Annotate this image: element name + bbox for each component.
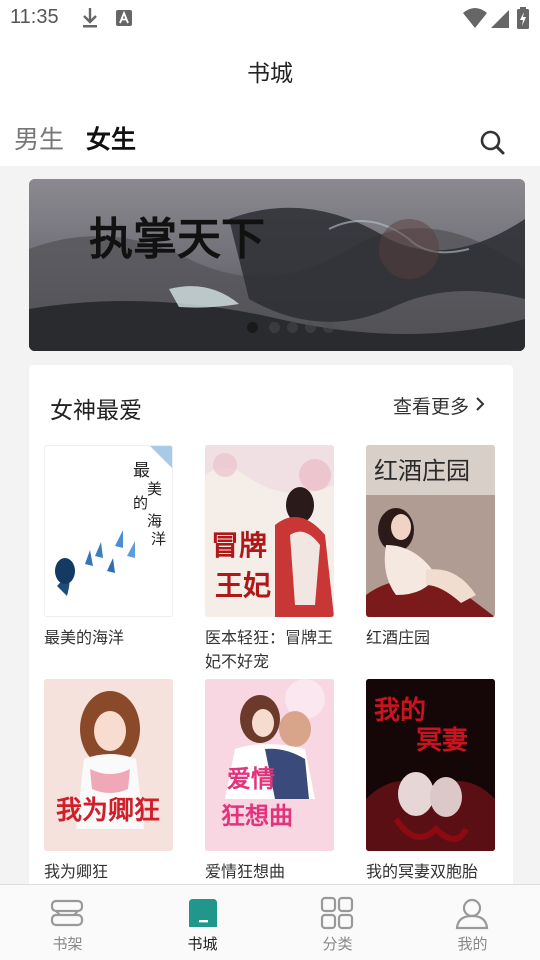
book-cover[interactable]: 我的 冥妻 [366,679,495,851]
book-cover-text: 最 [133,461,150,481]
book-title[interactable]: 爱情狂想曲 [205,860,345,884]
status-bar: 11:35 [0,0,540,36]
tab-female[interactable]: 女生 [86,120,136,156]
see-more-link[interactable]: 查看更多 [393,392,485,419]
book-item[interactable]: 最 美 的 海 洋 最美的海洋 [44,445,173,650]
nav-label: 书架 [52,935,83,953]
app-header: 书城 [0,36,540,104]
nav-category[interactable]: 分类 [270,885,405,960]
nav-label: 分类 [322,935,353,953]
chevron-right-icon [469,395,485,417]
battery-icon [516,6,530,34]
book-cover-text: 冥妻 [416,726,468,756]
book-cover-text: 爱情 [227,764,275,793]
banner-dot[interactable] [247,322,258,333]
banner-dot[interactable] [323,322,334,333]
status-time: 11:35 [10,6,59,28]
banner-dot[interactable] [287,322,298,333]
featured-section: 女神最爱 查看更多 最 美 的 海 洋 最美的海洋 冒牌 王妃 医本轻狂：冒牌王… [29,365,513,884]
book-item[interactable]: 爱情 狂想曲 爱情狂想曲 [205,679,334,884]
book-item[interactable]: 我的 冥妻 我的冥妻双胞胎 [366,679,495,884]
category-icon [319,895,355,931]
book-cover-text: 海 [147,512,162,530]
book-title[interactable]: 我为卿狂 [44,860,184,884]
signal-icon [490,6,510,34]
book-cover-text: 狂想曲 [221,801,293,830]
nav-bookshelf[interactable]: 书架 [0,885,135,960]
book-cover[interactable]: 冒牌 王妃 [205,445,334,617]
gender-tabs: 男生 女生 [0,104,540,169]
book-cover-text: 的 [133,494,148,512]
book-cover-text: 冒牌 [211,529,267,562]
nav-bookstore[interactable]: 书城 [135,885,270,960]
book-title[interactable]: 医本轻狂：冒牌王妃不好宠 [205,626,345,674]
book-cover[interactable]: 最 美 的 海 洋 [44,445,173,617]
book-cover-text: 洋 [151,530,166,548]
search-button[interactable] [478,128,508,158]
book-title[interactable]: 我的冥妻双胞胎 [366,860,506,884]
banner-cover-text: 执掌天下 [89,214,265,265]
page-title: 书城 [247,61,293,87]
banner-dot[interactable] [305,322,316,333]
book-cover-text: 我为卿狂 [56,796,160,826]
bookstore-icon [185,895,221,931]
nav-label: 我的 [457,935,488,953]
book-cover[interactable]: 红酒庄园 [366,445,495,617]
wifi-icon [462,6,488,34]
content-area[interactable]: 执掌天下 女神最爱 查看更多 最 美 的 海 洋 最美的海洋 冒牌 王妃 医本轻… [0,166,540,884]
see-more-label: 查看更多 [393,396,470,418]
book-title[interactable]: 红酒庄园 [366,626,506,650]
banner-indicators [29,322,525,334]
bottom-nav: 书架 书城 分类 我的 [0,884,540,960]
book-cover-text: 我的 [374,695,426,726]
book-cover[interactable]: 我为卿狂 [44,679,173,851]
nav-profile[interactable]: 我的 [405,885,540,960]
text-a-icon [114,6,134,34]
profile-icon [454,895,490,931]
book-cover-text: 红酒庄园 [374,457,470,485]
book-item[interactable]: 红酒庄园 红酒庄园 [366,445,495,650]
nav-label: 书城 [187,935,218,953]
book-cover-text: 美 [147,480,162,498]
book-item[interactable]: 我为卿狂 我为卿狂 [44,679,173,884]
book-cover-text: 王妃 [215,569,271,602]
tab-male[interactable]: 男生 [14,120,64,156]
section-title: 女神最爱 [50,398,142,424]
banner-dot[interactable] [269,322,280,333]
banner-carousel[interactable]: 执掌天下 [29,179,525,351]
book-title[interactable]: 最美的海洋 [44,626,184,650]
download-icon [80,6,100,34]
bookshelf-icon [49,895,85,931]
book-item[interactable]: 冒牌 王妃 医本轻狂：冒牌王妃不好宠 [205,445,334,674]
search-icon [478,130,508,162]
book-cover[interactable]: 爱情 狂想曲 [205,679,334,851]
